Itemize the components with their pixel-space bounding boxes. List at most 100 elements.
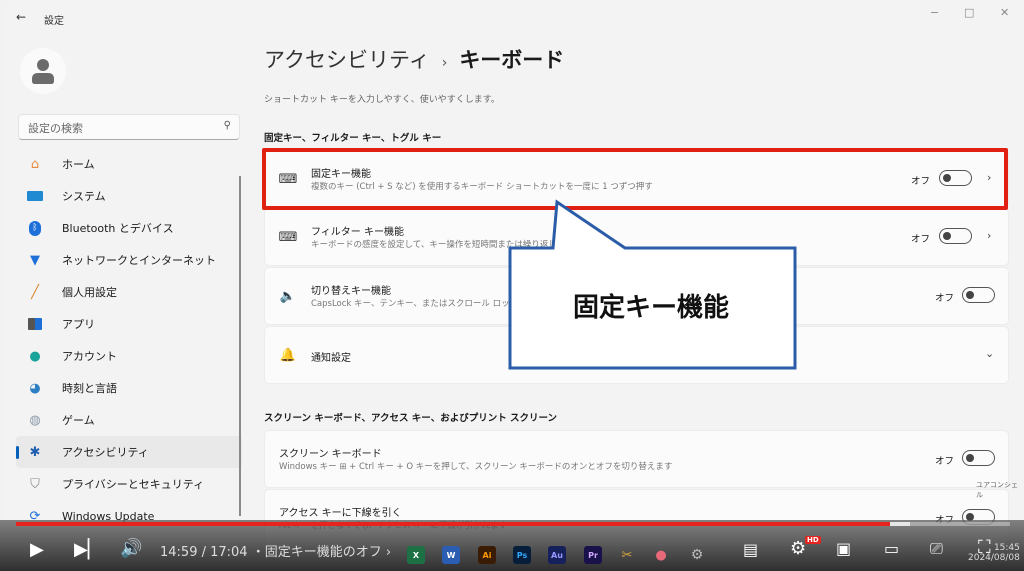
- filter-keys-toggle[interactable]: [939, 228, 972, 244]
- gamepad-icon: ◍: [29, 412, 41, 428]
- sidebar-item-label: ネットワークとインターネット: [62, 254, 216, 267]
- on-screen-keyboard-card[interactable]: スクリーン キーボード Windows キー ⊞ + Ctrl キー + O キ…: [264, 430, 1009, 488]
- settings-window: ← 設定 − □ ✕ 設定の検索 ⚲ ⌂ ホーム システム ᛒ Bluetooth …: [6, 0, 1024, 571]
- active-indicator: [16, 446, 19, 459]
- card-title: スクリーン キーボード: [279, 449, 382, 460]
- page-title: アクセシビリティ › キーボード: [264, 44, 564, 74]
- audition-icon[interactable]: Au: [548, 546, 566, 564]
- cast-icon[interactable]: ⎚: [930, 539, 943, 559]
- sidebar-item-personalization[interactable]: ╱ 個人用設定: [16, 276, 242, 308]
- minimize-button[interactable]: −: [930, 6, 939, 19]
- filter-keys-card[interactable]: ⌨ フィルター キー機能 キーボードの感度を設定して、キー操作を短時間または繰り…: [264, 208, 1009, 266]
- breadcrumb-current: キーボード: [459, 48, 565, 72]
- chevron-down-icon[interactable]: ⌄: [985, 347, 994, 360]
- on-screen-keyboard-toggle[interactable]: [962, 450, 995, 466]
- chevron-right-icon[interactable]: ›: [987, 229, 991, 242]
- theater-mode-icon[interactable]: ▭: [884, 539, 899, 558]
- hd-badge: HD: [805, 536, 821, 544]
- title-bar: ← 設定 − □ ✕: [6, 0, 1024, 36]
- illustrator-icon[interactable]: Ai: [478, 546, 496, 564]
- word-icon[interactable]: W: [442, 546, 460, 564]
- sidebar-item-label: 時刻と言語: [62, 382, 117, 395]
- toggle-state-label: オフ: [935, 456, 955, 467]
- card-title: 切り替えキー機能: [311, 286, 391, 297]
- chapter-title[interactable]: ・固定キー機能のオフ ›: [252, 545, 391, 560]
- premiere-icon[interactable]: Pr: [584, 546, 602, 564]
- photoshop-icon[interactable]: Ps: [513, 546, 531, 564]
- sidebar-item-apps[interactable]: アプリ: [16, 308, 242, 340]
- bluetooth-icon: ᛒ: [26, 220, 44, 236]
- sidebar-item-label: プライバシーとセキュリティ: [62, 478, 205, 491]
- accessibility-icon: ✱: [29, 444, 41, 460]
- sidebar-item-time-language[interactable]: ◕ 時刻と言語: [16, 372, 242, 404]
- progress-buffered: [889, 522, 910, 526]
- close-button[interactable]: ✕: [1000, 6, 1009, 19]
- home-icon: ⌂: [30, 156, 40, 172]
- section-title-screen-keyboard: スクリーン キーボード、アクセス キー、およびプリント スクリーン: [264, 413, 558, 424]
- settings-search-input[interactable]: 設定の検索 ⚲: [18, 114, 240, 140]
- subtitles-icon[interactable]: ▤: [743, 540, 758, 559]
- card-description: Windows キー ⊞ + Ctrl キー + O キーを押して、スクリーン …: [279, 462, 673, 472]
- settings-gear-icon[interactable]: ⚙: [790, 538, 806, 559]
- app-drop-icon[interactable]: ●: [652, 546, 670, 564]
- callout-text: 固定キー機能: [572, 293, 729, 323]
- shield-icon: ⛉: [30, 476, 40, 492]
- sidebar-item-privacy[interactable]: ⛉ プライバシーとセキュリティ: [16, 468, 242, 500]
- volume-icon[interactable]: 🔊: [120, 538, 142, 559]
- search-placeholder: 設定の検索: [28, 122, 83, 135]
- play-icon[interactable]: ▶: [30, 539, 44, 560]
- progress-played: [16, 522, 890, 526]
- sidebar-item-accounts[interactable]: ● アカウント: [16, 340, 242, 372]
- sidebar-item-bluetooth[interactable]: ᛒ Bluetooth とデバイス: [16, 212, 242, 244]
- sidebar-item-label: システム: [62, 190, 106, 203]
- sidebar-item-label: ゲーム: [62, 414, 95, 427]
- card-title: フィルター キー機能: [311, 227, 404, 238]
- excel-icon[interactable]: X: [407, 546, 425, 564]
- clock-date: 2024/08/08: [968, 553, 1020, 563]
- snipping-tool-icon[interactable]: ✂: [618, 546, 636, 564]
- next-icon[interactable]: ▶▏: [74, 539, 102, 560]
- sidebar-item-label: アクセシビリティ: [62, 446, 149, 459]
- app-title: 設定: [44, 16, 64, 27]
- toggle-keys-toggle[interactable]: [962, 287, 995, 303]
- clock-time: 15:45: [993, 543, 1020, 553]
- maximize-button[interactable]: □: [964, 6, 974, 19]
- time-display: 14:59 / 17:04 ・固定キー機能のオフ ›: [160, 541, 391, 560]
- sidebar-item-system[interactable]: システム: [16, 180, 242, 212]
- sidebar-item-label: 個人用設定: [62, 286, 117, 299]
- bell-icon: 🔔: [279, 347, 297, 363]
- sidebar-item-accessibility[interactable]: ✱ アクセシビリティ: [16, 436, 242, 468]
- miniplayer-icon[interactable]: ▣: [836, 539, 851, 558]
- account-icon: ●: [29, 348, 41, 364]
- video-frame: ← 設定 − □ ✕ 設定の検索 ⚲ ⌂ ホーム システム ᛒ Bluetooth …: [0, 0, 1024, 571]
- settings-app-icon[interactable]: ⚙: [688, 546, 706, 564]
- sidebar-item-home[interactable]: ⌂ ホーム: [16, 148, 242, 180]
- user-avatar[interactable]: [20, 48, 66, 94]
- section-title-keys: 固定キー、フィルター キー、トグル キー: [264, 133, 442, 144]
- apps-icon: [26, 316, 44, 332]
- video-progress-bar[interactable]: [16, 522, 1010, 526]
- sidebar-scrollbar[interactable]: [239, 176, 241, 516]
- sidebar-item-label: ホーム: [62, 158, 95, 171]
- back-arrow-icon[interactable]: ←: [16, 10, 26, 24]
- sidebar-nav: ⌂ ホーム システム ᛒ Bluetooth とデバイス ▼ ネットワークとインターネ…: [16, 148, 242, 532]
- highlight-box: [262, 148, 1008, 210]
- breadcrumb-parent[interactable]: アクセシビリティ: [264, 48, 430, 72]
- sidebar-item-network[interactable]: ▼ ネットワークとインターネット: [16, 244, 242, 276]
- search-icon[interactable]: ⚲: [224, 120, 231, 131]
- channel-watermark: ユアコンシェル: [976, 481, 1018, 499]
- toggle-keys-sound-icon: 🔈: [279, 288, 297, 304]
- page-subtitle: ショートカット キーを入力しやすく、使いやすくします。: [264, 95, 500, 105]
- system-icon: [26, 188, 44, 204]
- wifi-icon: ▼: [30, 252, 40, 268]
- brush-icon: ╱: [31, 284, 39, 300]
- sidebar-item-gaming[interactable]: ◍ ゲーム: [16, 404, 242, 436]
- sidebar-item-label: アカウント: [62, 350, 117, 363]
- breadcrumb-separator: ›: [441, 55, 448, 71]
- sidebar-item-label: アプリ: [62, 318, 95, 331]
- notification-settings-card[interactable]: 🔔 通知設定 ⌄: [264, 326, 1009, 384]
- toggle-state-label: オフ: [911, 234, 931, 245]
- filter-keys-icon: ⌨: [278, 229, 298, 245]
- card-title: アクセス キーに下線を引く: [279, 508, 402, 519]
- sidebar-item-label: Bluetooth とデバイス: [62, 222, 174, 235]
